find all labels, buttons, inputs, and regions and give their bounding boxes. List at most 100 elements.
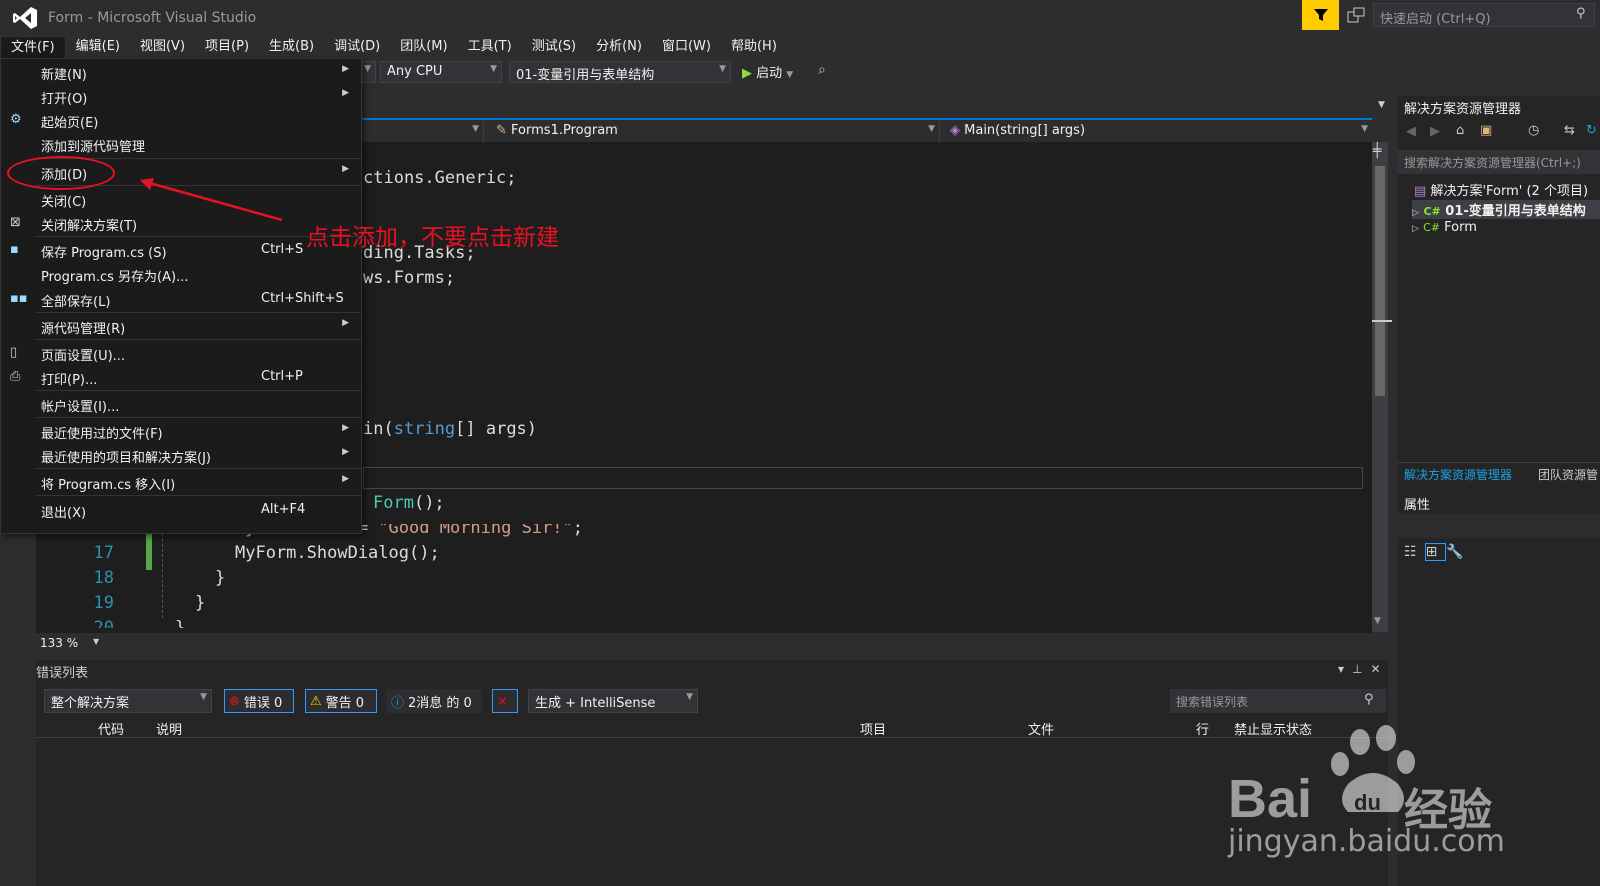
panel-dropdown-icon[interactable]: ▾ [1338, 662, 1352, 676]
column-file[interactable]: 文件 [1028, 719, 1054, 738]
menu-debug[interactable]: 调试(D) [324, 36, 390, 58]
properties-toolbar [1398, 514, 1600, 538]
start-page-icon: ⚙ [10, 112, 22, 127]
menu-item-save-all[interactable]: ▪▪ 全部保存(L) Ctrl+Shift+S [1, 287, 361, 311]
search-icon[interactable]: ⚲ [1364, 692, 1374, 707]
menu-edit[interactable]: 编辑(E) [66, 36, 130, 58]
switch-views-icon[interactable]: ▣ [1480, 123, 1492, 138]
window-title: Form - Microsoft Visual Studio [48, 10, 257, 26]
menu-item-source-control[interactable]: 源代码管理(R) ▶ [1, 314, 361, 338]
close-solution-icon: ⊠ [10, 215, 21, 230]
menu-item-start-page[interactable]: ⚙ 起始页(E) [1, 108, 361, 132]
menu-analyze[interactable]: 分析(N) [586, 36, 652, 58]
forward-icon[interactable]: ▶ [1430, 124, 1440, 139]
menu-view[interactable]: 视图(V) [130, 36, 195, 58]
current-line-highlight [363, 467, 1363, 489]
menu-item-save-as[interactable]: Program.cs 另存为(A)... [1, 262, 361, 286]
tree-solution-node[interactable]: ▤ 解决方案'Form' (2 个项目) [1414, 180, 1588, 199]
solution-panel-tabs: 解决方案资源管理器 团队资源管 [1398, 462, 1600, 484]
feedback-icon[interactable] [1346, 6, 1366, 24]
menu-team[interactable]: 团队(M) [390, 36, 457, 58]
line-number: 19 [93, 593, 114, 613]
menu-help[interactable]: 帮助(H) [721, 36, 787, 58]
close-icon[interactable]: ✕ [1370, 662, 1388, 676]
scroll-down-icon[interactable]: ▼ [1374, 616, 1381, 626]
panel-controls[interactable]: ▾⊥✕ [1338, 662, 1389, 676]
expand-icon[interactable]: ▷ [1412, 208, 1419, 218]
save-all-icon: ▪▪ [10, 291, 28, 306]
menu-item-recent-projects[interactable]: 最近使用的项目和解决方案(J) ▶ [1, 443, 361, 467]
warnings-filter-button[interactable]: ⚠ 警告 0 [305, 689, 377, 713]
property-pages-icon[interactable]: 🔧 [1446, 544, 1471, 560]
find-in-files-icon[interactable]: ⌕ [818, 62, 826, 78]
menu-item-open[interactable]: 打开(O) ▶ [1, 84, 361, 108]
menu-tools[interactable]: 工具(T) [458, 36, 522, 58]
editor-vertical-scrollbar[interactable]: ▼ [1372, 142, 1392, 632]
menu-item-move-into[interactable]: 将 Program.cs 移入(I) ▶ [1, 470, 361, 494]
menu-separator [35, 339, 361, 340]
zoom-level[interactable]: 133 % [40, 636, 78, 650]
quick-launch-input[interactable]: 快速启动 (Ctrl+Q) [1373, 3, 1595, 27]
build-filter-select[interactable]: 生成 + IntelliSense ▼ [528, 689, 698, 713]
back-icon[interactable]: ◀ [1406, 124, 1416, 139]
config-combo-edge[interactable]: ▼ [362, 61, 376, 83]
menu-test[interactable]: 测试(S) [522, 36, 586, 58]
code-line-using-forms: ws.Forms; [363, 268, 456, 288]
categorized-icon[interactable]: ☷ [1404, 544, 1425, 560]
filter-toggle-button[interactable]: ⨯ [492, 689, 518, 713]
menu-window[interactable]: 窗口(W) [652, 36, 721, 58]
zoom-dropdown-icon[interactable]: ▼ [93, 637, 99, 646]
properties-title: 属性 [1404, 498, 1431, 513]
error-icon: ⊗ [229, 693, 240, 709]
menu-project[interactable]: 项目(P) [195, 36, 259, 58]
sync-icon[interactable]: ⇆ [1564, 123, 1575, 138]
print-icon: ⎙ [10, 369, 21, 384]
nav-project-dropdown[interactable]: ▼ [356, 122, 484, 142]
tab-team-explorer[interactable]: 团队资源管 [1538, 466, 1598, 483]
menu-item-account-settings[interactable]: 帐户设置(I)... [1, 392, 361, 416]
menu-item-new[interactable]: 新建(N) ▶ [1, 60, 361, 84]
errors-filter-button[interactable]: ⊗ 错误 0 [224, 689, 294, 713]
search-icon[interactable]: ⚲ [1576, 6, 1586, 21]
pending-changes-icon[interactable]: ◷ [1528, 123, 1539, 138]
scrollbar-thumb[interactable] [1375, 166, 1385, 396]
nav-class-dropdown[interactable]: ✎ Forms1.Program ▼ [490, 122, 940, 142]
messages-filter-button[interactable]: ⓘ 2消息 的 0 [386, 689, 482, 713]
menu-item-page-setup[interactable]: ▯ 页面设置(U)... [1, 341, 361, 365]
error-search-input[interactable]: 搜索错误列表 [1170, 689, 1386, 713]
column-line[interactable]: 行 [1196, 719, 1209, 738]
menu-file[interactable]: 文件(F) [0, 36, 66, 58]
expand-icon[interactable]: ▷ [1412, 224, 1419, 234]
column-code[interactable]: 代码 [98, 719, 124, 738]
filter-button[interactable] [1302, 0, 1339, 30]
tab-solution-explorer[interactable]: 解决方案资源管理器 [1404, 466, 1512, 483]
annotation-circle [7, 156, 115, 190]
nav-member-dropdown[interactable]: ◈ Main(string[] args) ▼ [944, 122, 1372, 142]
menu-item-print[interactable]: ⎙ 打印(P)... Ctrl+P [1, 365, 361, 389]
alphabetical-icon[interactable]: ⊞ [1424, 543, 1447, 561]
menu-item-add-to-source-control[interactable]: 添加到源代码管理 [1, 132, 361, 156]
column-description[interactable]: 说明 [156, 719, 182, 738]
code-line-close-brace-1: } [215, 568, 226, 588]
tree-project-node[interactable]: ▷ C# Form [1412, 220, 1477, 235]
start-button[interactable]: ▶ 启动 ▼ [742, 62, 793, 81]
code-line-using-generic: ctions.Generic; [363, 168, 517, 188]
menu-separator [35, 468, 361, 469]
pin-icon[interactable]: ⊥ [1352, 662, 1370, 676]
tab-overflow-icon[interactable]: ▼ [1378, 100, 1385, 110]
split-editor-icon[interactable]: ╪ [1373, 143, 1381, 159]
code-line-close-brace-2: } [195, 593, 206, 613]
menu-item-exit[interactable]: 退出(X) Alt+F4 [1, 498, 361, 522]
menu-build[interactable]: 生成(B) [259, 36, 324, 58]
error-scope-select[interactable]: 整个解决方案 ▼ [44, 689, 212, 713]
home-icon[interactable]: ⌂ [1456, 123, 1464, 138]
refresh-icon[interactable]: ↻ [1586, 123, 1597, 138]
watermark-brand: Bai [1228, 769, 1313, 829]
editor-status-strip: 133 % ▼ [36, 633, 1388, 653]
startup-project-select[interactable]: 01-变量引用与表单结构 ▼ [509, 61, 731, 83]
tree-project-node[interactable]: ▷ C# 01-变量引用与表单结构 [1412, 200, 1600, 219]
menu-item-recent-files[interactable]: 最近使用过的文件(F) ▶ [1, 419, 361, 443]
solution-search-input[interactable]: 搜索解决方案资源管理器(Ctrl+;) [1398, 150, 1600, 174]
platform-select[interactable]: Any CPU ▼ [380, 61, 502, 83]
column-project[interactable]: 项目 [860, 719, 886, 738]
